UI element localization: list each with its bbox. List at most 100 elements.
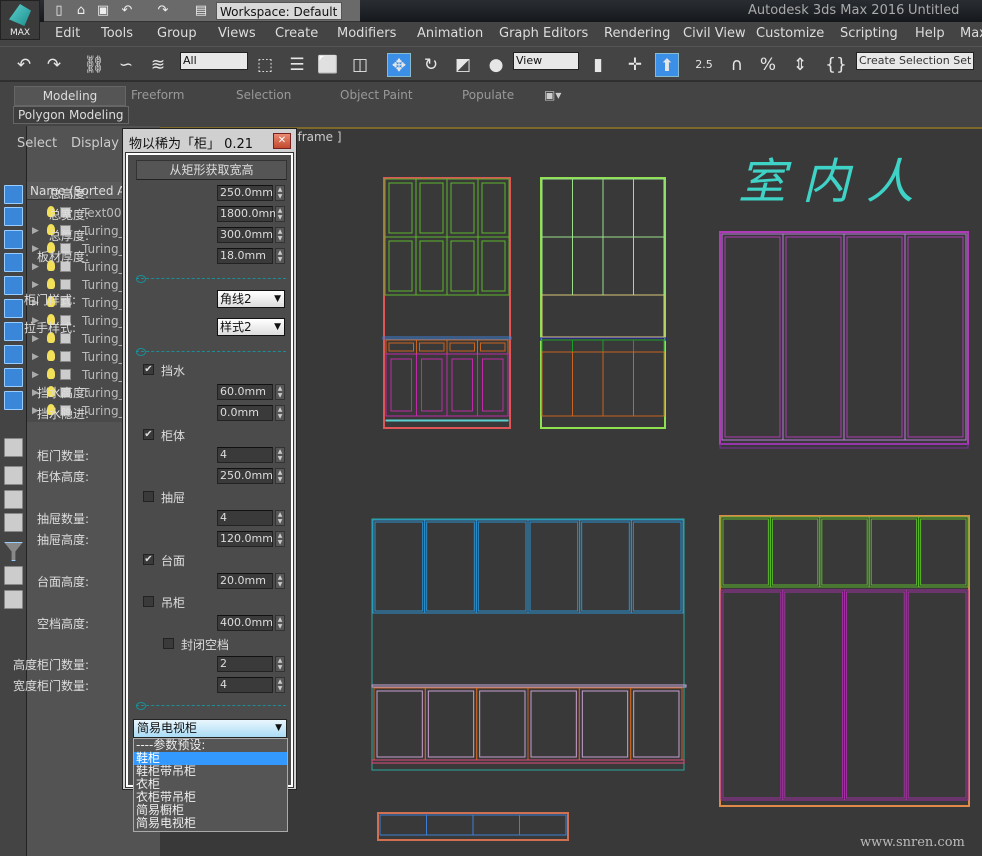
width-doors-spinner[interactable]: ▲ ▼ bbox=[275, 677, 285, 693]
handle-style-dropdown[interactable]: 样式2 ▼ bbox=[217, 318, 285, 336]
get-size-from-rectangle-button[interactable]: 从矩形获取宽高 bbox=[136, 160, 287, 180]
splash-checkbox[interactable]: ✔ bbox=[143, 364, 154, 375]
dim-2-spinner[interactable]: ▲ ▼ bbox=[275, 227, 285, 243]
cabinet-line bbox=[722, 591, 782, 799]
cabinet-line bbox=[721, 233, 784, 441]
cabinet-line bbox=[572, 339, 604, 353]
cabinet-line bbox=[602, 236, 634, 296]
gap-height-field[interactable]: 400.0mm bbox=[217, 615, 273, 631]
top-height-spinner[interactable]: ▲ ▼ bbox=[275, 573, 285, 589]
body-height-spinner[interactable]: ▲ ▼ bbox=[275, 468, 285, 484]
height-doors-field[interactable]: 2 bbox=[217, 656, 273, 672]
preset-option[interactable]: 简易电视柜 bbox=[134, 817, 287, 830]
cabinet-line bbox=[541, 236, 573, 296]
dim-1-spinner[interactable]: ▲ ▼ bbox=[275, 206, 285, 222]
cabinet-line bbox=[630, 687, 683, 761]
cabinet-line bbox=[904, 233, 967, 441]
drawer-height-field[interactable]: 120.0mm bbox=[217, 531, 273, 547]
height-doors-spinner[interactable]: ▲ ▼ bbox=[275, 656, 285, 672]
close-gap-checkbox[interactable] bbox=[163, 638, 174, 649]
dim-3-label: 板材厚度: bbox=[36, 250, 89, 264]
body-checkbox[interactable]: ✔ bbox=[143, 429, 154, 440]
splash-inset-spinner[interactable]: ▲ ▼ bbox=[275, 405, 285, 421]
cabinet-line bbox=[419, 240, 444, 292]
cabinet-line bbox=[527, 519, 581, 614]
cabinet-line bbox=[602, 178, 634, 238]
drawer-count-spinner[interactable]: ▲ ▼ bbox=[275, 510, 285, 526]
chevron-down-icon: ▼ bbox=[274, 322, 281, 332]
cabinet-line bbox=[374, 521, 424, 612]
cabinet-line bbox=[784, 591, 843, 799]
cabinet-line bbox=[771, 518, 819, 586]
cabinet-line bbox=[907, 236, 964, 438]
cabinet-line bbox=[572, 236, 604, 296]
cabinet-line bbox=[475, 519, 529, 614]
wall-checkbox[interactable] bbox=[143, 596, 154, 607]
cabinet-line bbox=[529, 521, 579, 612]
cabinet-line bbox=[782, 233, 845, 441]
splash-height-spinner[interactable]: ▲ ▼ bbox=[275, 384, 285, 400]
drawer-count-field[interactable]: 4 bbox=[217, 510, 273, 526]
cabinet-line bbox=[769, 516, 821, 588]
cabinet-line bbox=[477, 236, 510, 296]
cabinet-line bbox=[477, 339, 509, 355]
cabinet-line bbox=[907, 591, 967, 799]
cabinet-line bbox=[415, 178, 448, 238]
cabinet-line bbox=[481, 182, 506, 234]
body-doors-spinner[interactable]: ▲ ▼ bbox=[275, 447, 285, 463]
cabinet-line bbox=[477, 178, 510, 238]
cabinet-line bbox=[472, 814, 520, 836]
body-doors-field[interactable]: 4 bbox=[217, 447, 273, 463]
drawer-height-spinner[interactable]: ▲ ▼ bbox=[275, 531, 285, 547]
cabinet-line bbox=[633, 690, 680, 758]
dim-0-spinner[interactable]: ▲ ▼ bbox=[275, 185, 285, 201]
cabinet-line bbox=[426, 814, 474, 836]
cabinet-line bbox=[373, 687, 426, 761]
cabinet-line bbox=[581, 690, 629, 758]
cabinet-line bbox=[579, 519, 632, 614]
dim-1-field[interactable]: 1800.0mm bbox=[217, 206, 280, 222]
close-button[interactable]: ✕ bbox=[273, 133, 291, 149]
cabinet-line bbox=[819, 516, 870, 588]
cabinet-line bbox=[602, 339, 634, 353]
dialog-title: 物以稀为「柜」 0.21 bbox=[129, 137, 254, 152]
cabinet-line bbox=[541, 339, 573, 353]
door-style-dropdown[interactable]: 角线2 ▼ bbox=[217, 290, 285, 308]
door-style-label: 柜门样式: bbox=[23, 293, 76, 307]
top-checkbox[interactable]: ✔ bbox=[143, 554, 154, 565]
cabinet-line bbox=[419, 342, 445, 352]
drawer-height-label: 抽屉高度: bbox=[36, 533, 89, 547]
cabinet-line bbox=[905, 589, 969, 801]
dim-3-spinner[interactable]: ▲ ▼ bbox=[275, 248, 285, 264]
cabinet-line bbox=[720, 516, 771, 588]
splash-inset-field[interactable]: 0.0mm bbox=[217, 405, 273, 421]
drawer-checkbox[interactable] bbox=[143, 491, 154, 502]
cabinet-line bbox=[416, 339, 448, 355]
close-gap-label: 封闭空档 bbox=[181, 638, 230, 652]
cabinet-line bbox=[633, 339, 665, 353]
cabinet-line bbox=[384, 236, 417, 296]
cabinet-line bbox=[785, 236, 842, 438]
height-doors-label: 高度柜门数量: bbox=[12, 658, 89, 672]
width-doors-field[interactable]: 4 bbox=[217, 677, 273, 693]
dim-3-field[interactable]: 18.0mm bbox=[217, 248, 273, 264]
cabinet-line bbox=[519, 814, 567, 836]
gap-height-spinner[interactable]: ▲ ▼ bbox=[275, 615, 285, 631]
cabinet-line bbox=[632, 521, 682, 612]
body-doors-label: 柜门数量: bbox=[36, 449, 89, 463]
dim-2-field[interactable]: 300.0mm bbox=[217, 227, 273, 243]
cabinet-line bbox=[371, 759, 685, 764]
dim-0-field[interactable]: 250.0mm bbox=[217, 185, 273, 201]
cabinet-line bbox=[724, 236, 781, 438]
cabinet-line bbox=[421, 358, 443, 412]
dim-2-label: 总厚度: bbox=[48, 229, 89, 243]
top-height-field[interactable]: 20.0mm bbox=[217, 573, 273, 589]
splash-inset-label: 挡水隐进: bbox=[36, 407, 89, 421]
cabinet-line bbox=[843, 233, 906, 441]
preset-dropdown[interactable]: 简易电视柜 ▼ bbox=[133, 719, 287, 738]
body-height-field[interactable]: 250.0mm bbox=[217, 468, 273, 484]
cabinet-line bbox=[446, 178, 479, 238]
splash-height-field[interactable]: 60.0mm bbox=[217, 384, 273, 400]
cabinet-line bbox=[541, 178, 573, 238]
cabinet-line bbox=[868, 516, 920, 588]
